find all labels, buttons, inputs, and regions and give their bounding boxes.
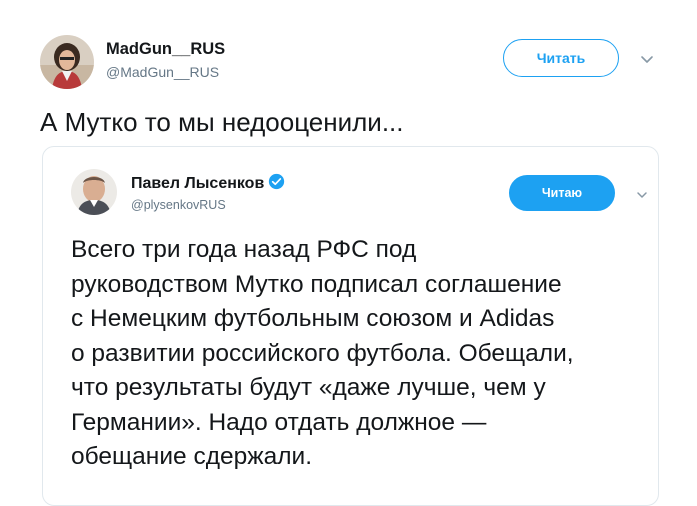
user-photo-icon <box>71 169 117 215</box>
verified-badge-icon <box>268 173 285 195</box>
quoted-author-display-name[interactable]: Павел Лысенков <box>131 175 264 193</box>
quoted-tweet-line: с Немецким футбольным союзом и Adidas <box>71 305 555 332</box>
tweet: MadGun__RUS @MadGun__RUS Читать А Мутко … <box>0 0 697 506</box>
following-button[interactable]: Читаю <box>509 175 615 211</box>
author-display-name[interactable]: MadGun__RUS <box>106 40 225 59</box>
tweet-text: А Мутко то мы недооценили... <box>40 107 404 137</box>
follow-button-label: Читать <box>536 50 586 66</box>
user-photo-icon <box>40 35 94 89</box>
quoted-author-name-row: Павел Лысенков <box>131 173 285 195</box>
chevron-down-icon[interactable] <box>636 187 648 198</box>
quoted-tweet-line: руководством Мутко подписал соглашение <box>71 270 562 298</box>
quoted-tweet-line: Германии». Надо отдать должное — <box>71 408 487 436</box>
quoted-tweet-card[interactable]: Павел Лысенков @plysenkovRUS Читаю Всего… <box>42 146 659 506</box>
author-handle[interactable]: @MadGun__RUS <box>106 64 219 80</box>
quoted-author-avatar[interactable] <box>71 169 117 215</box>
follow-button[interactable]: Читать <box>503 39 619 77</box>
quoted-author-handle[interactable]: @plysenkovRUS <box>131 198 226 212</box>
chevron-down-icon[interactable] <box>640 52 654 63</box>
quoted-tweet-text: Всего три года назад РФС под руководство… <box>71 233 651 475</box>
quoted-tweet-line: о развитии российского футбола. Обещали, <box>71 339 574 367</box>
author-avatar[interactable] <box>40 35 94 89</box>
quoted-tweet-line: Всего три года назад РФС под <box>71 236 417 263</box>
quoted-tweet-line: что результаты будут «даже лучше, чем у <box>71 374 546 401</box>
quoted-tweet-line: обещание сдержали. <box>71 443 313 470</box>
following-button-label: Читаю <box>541 186 583 200</box>
author-name-row: MadGun__RUS <box>106 40 225 59</box>
